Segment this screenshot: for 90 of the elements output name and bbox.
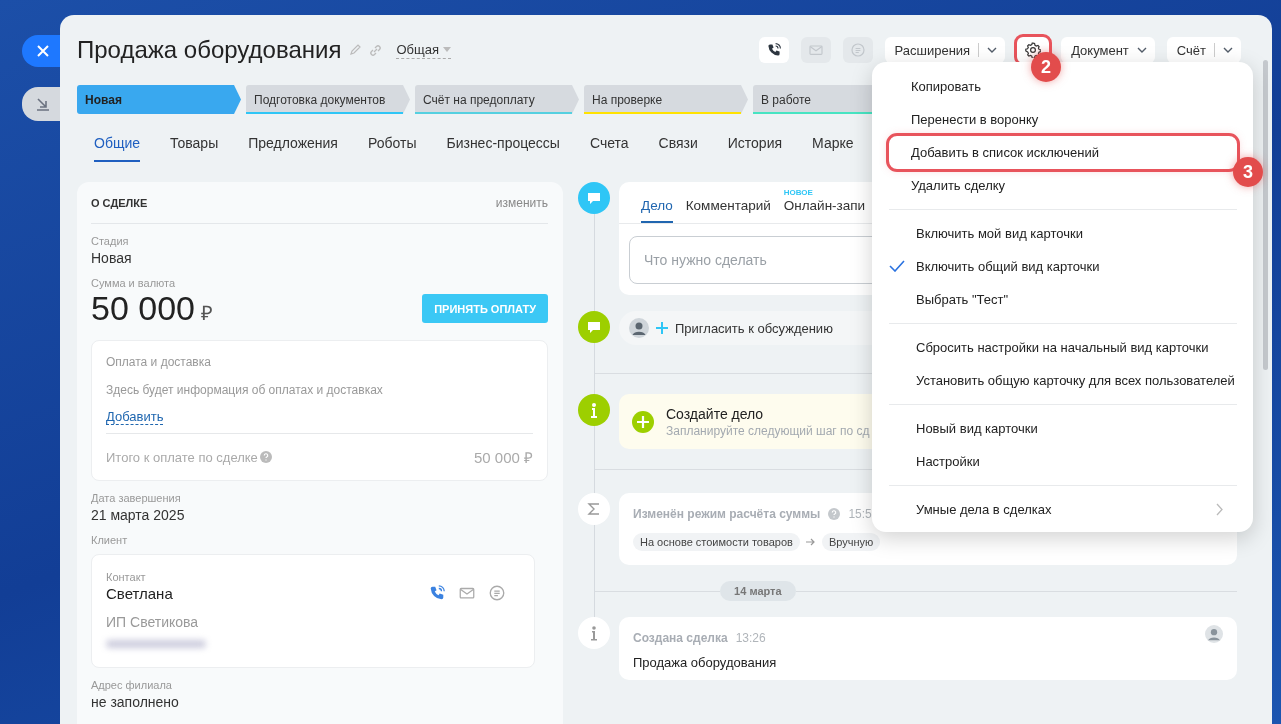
pencil-icon[interactable]: [349, 44, 362, 56]
menu-item[interactable]: Сбросить настройки на начальный вид карточки: [889, 331, 1237, 364]
banner-title: Создайте дело: [666, 405, 765, 422]
menu-item[interactable]: Включить общий вид карточки: [889, 250, 1237, 283]
info-icon: [578, 617, 610, 649]
tab[interactable]: Марке: [812, 132, 854, 162]
close-icon: [37, 45, 49, 57]
event-title: Создана сделка: [633, 631, 728, 645]
event-time: 13:26: [735, 631, 766, 645]
field-value: не заполнено: [91, 694, 180, 710]
chat-icon[interactable]: [488, 584, 506, 602]
info-icon: [578, 394, 610, 426]
plus-icon: [655, 321, 669, 335]
menu-item[interactable]: Выбрать "Тест": [889, 283, 1237, 316]
contact-name[interactable]: Светлана: [106, 585, 173, 602]
split-dropdown-button[interactable]: Расширения: [884, 37, 1006, 63]
stage-step[interactable]: На проверке: [584, 85, 748, 114]
field-label: Дата завершения: [91, 492, 182, 504]
check-icon: [889, 260, 905, 272]
envelope-icon: [807, 42, 824, 58]
field-label: Клиент: [91, 534, 129, 546]
add-icon[interactable]: [632, 410, 654, 433]
field-value: 21 марта 2025: [91, 507, 186, 523]
settings-icon: [1025, 42, 1042, 58]
menu-item[interactable]: Умные дела в сделках: [889, 493, 1237, 526]
new-label: НОВОЕ: [783, 188, 813, 197]
stage-step[interactable]: Счёт на предоплату: [415, 85, 579, 114]
composer-tab[interactable]: Комментарий: [685, 198, 771, 223]
currency-sign: ₽: [201, 302, 213, 324]
scrollbar[interactable]: [1263, 60, 1268, 370]
help-icon[interactable]: [259, 451, 272, 463]
composer-tab[interactable]: Дело: [641, 198, 673, 223]
phone-icon[interactable]: [428, 584, 446, 602]
arrow-right-icon: [805, 538, 816, 546]
menu-item[interactable]: Настройки: [889, 445, 1237, 478]
chat-icon: [849, 42, 866, 58]
field-label: Адрес филиала: [91, 679, 173, 691]
stage-step[interactable]: Новая: [77, 85, 241, 114]
field-value: Новая: [91, 250, 133, 266]
value-chip: Вручную: [821, 533, 881, 551]
tab[interactable]: Предложения: [248, 132, 338, 162]
tab[interactable]: Роботы: [367, 132, 417, 162]
avatar-icon: [629, 318, 649, 338]
card-title: О СДЕЛКЕ: [91, 196, 148, 209]
caret-icon: [987, 47, 998, 53]
menu-item[interactable]: Установить общую карточку для всех пользователей: [889, 364, 1237, 397]
total-value: 50 000 ₽: [473, 448, 533, 467]
call-button[interactable]: [758, 37, 789, 63]
menu-item[interactable]: Новый вид карточки: [889, 412, 1237, 445]
caret-icon: [1136, 47, 1147, 53]
field-label: Сумма и валюта: [91, 277, 177, 289]
chat-bubble-icon: [578, 182, 610, 214]
link-icon[interactable]: [369, 43, 383, 57]
tab[interactable]: Связи: [658, 132, 698, 162]
stage-step[interactable]: Подготовка документов: [246, 85, 410, 114]
tab[interactable]: Общие: [94, 132, 141, 162]
value-chip: На основе стоимости товаров: [633, 533, 800, 551]
edit-link[interactable]: изменить: [495, 195, 548, 210]
section-title: Оплата и доставка: [106, 355, 212, 369]
chevron-right-icon: [1216, 503, 1223, 516]
menu-item[interactable]: Включить мой вид карточки: [889, 217, 1237, 250]
help-icon[interactable]: [828, 508, 841, 520]
add-link[interactable]: Добавить: [106, 409, 164, 425]
tab[interactable]: Бизнес-процессы: [446, 132, 560, 162]
field-label: Стадия: [91, 235, 130, 247]
company-name: ИП Светикова: [106, 614, 200, 630]
chat-bubble-icon: [578, 311, 610, 343]
caret-icon: [1223, 47, 1233, 53]
tab[interactable]: История: [727, 132, 783, 162]
sigma-icon: [578, 493, 610, 525]
page-title: Продажа оборудования: [77, 36, 342, 64]
amount-value: 50 000: [91, 289, 195, 327]
tab[interactable]: Товары: [170, 132, 219, 162]
category-dropdown[interactable]: Общая: [396, 41, 451, 59]
event-text: Продажа оборудования: [633, 655, 778, 670]
split-dropdown-button[interactable]: Счёт: [1166, 37, 1241, 63]
avatar-icon: [1205, 625, 1223, 643]
event-title: Изменён режим расчёта суммы: [633, 507, 821, 521]
tab[interactable]: Счета: [589, 132, 629, 162]
close-button[interactable]: [22, 35, 60, 67]
banner-subtitle: Запланируйте следующий шаг по сд: [666, 423, 870, 438]
caret-icon: [442, 46, 451, 52]
dropdown-button[interactable]: Документ: [1061, 37, 1155, 63]
field-label: Контакт: [106, 571, 147, 583]
info-text: Здесь будет информация об оплатах и доставках: [106, 383, 384, 397]
arrow-down-right-icon: [36, 97, 50, 111]
collapse-button[interactable]: [22, 87, 60, 121]
event-time: 15:5: [848, 507, 872, 521]
date-pill: 14 марта: [720, 581, 796, 601]
total-label: Итого к оплате по сделке: [106, 449, 258, 465]
